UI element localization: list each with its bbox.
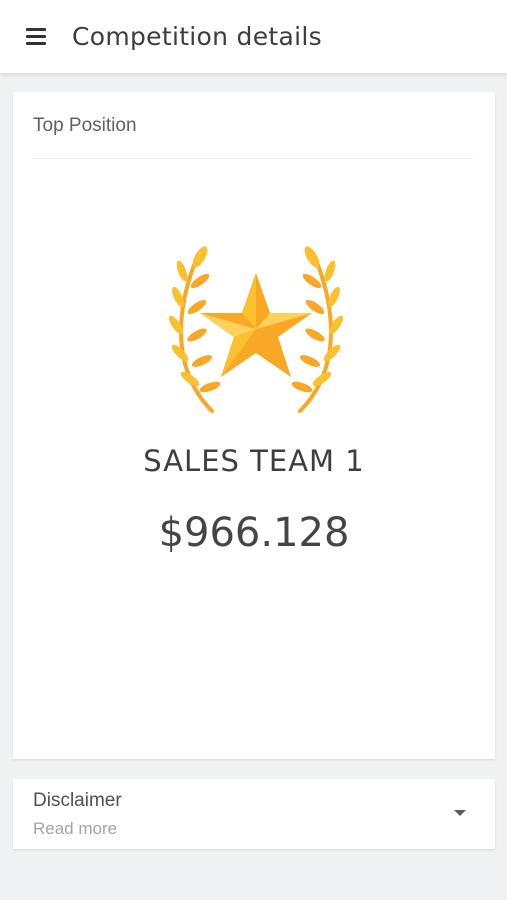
- caret-down-icon[interactable]: [454, 810, 466, 816]
- page-title: Competition details: [72, 22, 322, 51]
- app-bar: Competition details: [0, 0, 507, 73]
- divider: [33, 158, 475, 159]
- star-laurel-icon: [168, 246, 344, 413]
- team-name: SALES TEAM 1: [143, 444, 365, 478]
- team-amount: $966.128: [158, 510, 350, 556]
- right-laurel: [291, 246, 344, 413]
- card-title: Top Position: [33, 115, 137, 136]
- top-position-card: Top Position SALES TEAM 1 $966.128: [13, 92, 495, 759]
- hamburger-menu-icon[interactable]: [26, 28, 46, 46]
- read-more-link[interactable]: Read more: [33, 819, 117, 839]
- left-laurel: [168, 246, 221, 413]
- disclaimer-title: Disclaimer: [33, 790, 122, 811]
- star-icon: [200, 273, 312, 377]
- disclaimer-card[interactable]: Disclaimer Read more: [13, 779, 495, 849]
